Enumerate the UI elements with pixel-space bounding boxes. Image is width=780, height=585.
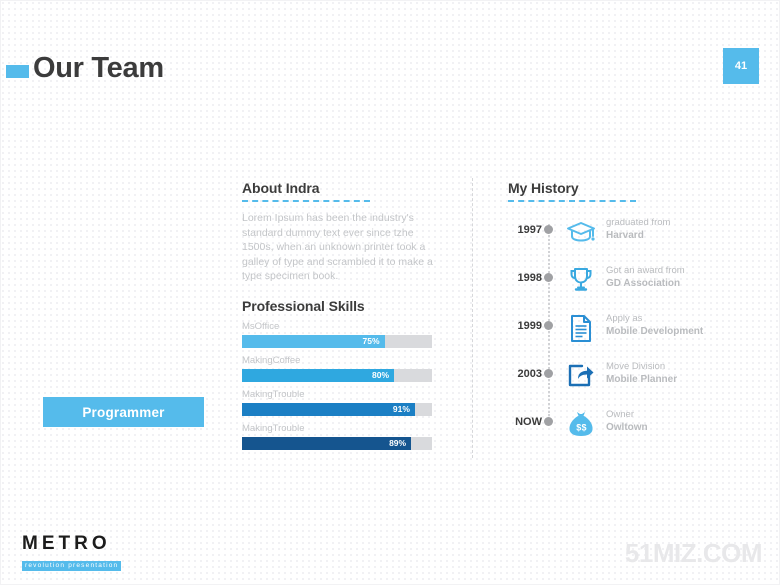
timeline-text-secondary: Mobile Planner (606, 374, 678, 385)
history-heading: My History (508, 180, 579, 196)
brand-logo-tagline: revolution presentation (22, 560, 122, 571)
brand-logo-word: METRO (22, 533, 111, 554)
timeline-text-secondary: GD Association (606, 278, 681, 289)
timeline-year: 1997 (517, 224, 542, 236)
brand-logo: METRO revolution presentation (22, 533, 122, 572)
skill-bar-track: 75% (242, 334, 432, 348)
timeline-text-primary: Got an award from (606, 265, 685, 276)
document-icon (564, 312, 598, 344)
timeline-entry: 2003 Move Division Mobile Planner (508, 360, 738, 408)
timeline-text-primary: Move Division (606, 361, 666, 372)
svg-text:$: $ (576, 423, 581, 433)
timeline-text-secondary: Harvard (606, 230, 644, 241)
timeline-dot (544, 273, 553, 282)
timeline-dot (544, 369, 553, 378)
skills-heading: Professional Skills (242, 297, 365, 314)
timeline-text-primary: Apply as (606, 313, 643, 324)
timeline-year: NOW (515, 416, 542, 428)
skill-row: MakingTrouble 89% (242, 423, 442, 450)
skill-bar-fill: 89% (242, 436, 412, 450)
timeline-text: Apply as Mobile Development (606, 312, 741, 338)
timeline-entry: 1999 Apply as Mobile Development (508, 312, 738, 360)
skill-label: MakingTrouble (242, 388, 305, 400)
graduation-cap-icon (564, 216, 598, 248)
role-button[interactable]: Programmer (43, 397, 204, 427)
timeline-dot (544, 321, 553, 330)
skill-row: MakingCoffee 80% (242, 355, 442, 382)
about-heading-rule (242, 200, 370, 202)
skill-label: MsOffice (242, 320, 280, 332)
timeline-text: graduated from Harvard (606, 216, 741, 242)
timeline-entry: 1998 Got an award from GD Association (508, 264, 738, 312)
share-export-icon (564, 360, 598, 392)
skill-bar-track: 89% (242, 436, 432, 450)
skill-bar-fill: 80% (242, 368, 394, 382)
page-title: Our Team (33, 52, 164, 84)
skill-percent-label: 89% (389, 438, 407, 448)
skill-percent-label: 75% (362, 336, 380, 346)
timeline-year: 1999 (517, 320, 542, 332)
skill-percent-label: 91% (392, 404, 410, 414)
about-body-text: Lorem Ipsum has been the industry's stan… (242, 212, 433, 282)
skills-list: MsOffice 75% MakingCoffee 80% MakingTrouble 9… (242, 321, 442, 450)
timeline-text-secondary: Owltown (606, 422, 648, 433)
title-accent-bar (6, 65, 29, 78)
skill-label: MakingCoffee (242, 354, 301, 366)
timeline-year: 1998 (517, 272, 542, 284)
timeline-dot (544, 417, 553, 426)
timeline-entry: NOW $ $ Owner Owltown (508, 408, 738, 456)
history-heading-rule (508, 200, 636, 202)
timeline-text-primary: Owner (606, 409, 634, 420)
slide-canvas: Our Team 41 Programmer About Indra Lorem… (0, 0, 780, 585)
skill-bar-track: 91% (242, 402, 432, 416)
timeline-text-secondary: Mobile Development (606, 326, 704, 337)
timeline-entry: 1997 graduated from Harvard (508, 216, 738, 264)
timeline-text: Owner Owltown (606, 408, 741, 434)
skill-bar-fill: 91% (242, 402, 415, 416)
timeline-year: 2003 (517, 368, 542, 380)
trophy-icon (564, 264, 598, 296)
skill-bar-fill: 75% (242, 334, 385, 348)
page-number-badge: 41 (723, 48, 759, 84)
timeline-text-primary: graduated from (606, 217, 671, 228)
timeline: 1997 graduated from Harvard 1998 Got an awar… (508, 216, 738, 456)
skill-row: MsOffice 75% (242, 321, 442, 348)
svg-text:$: $ (582, 423, 587, 433)
timeline-text: Move Division Mobile Planner (606, 360, 741, 386)
history-panel: My History 1997 graduated from Harvard 1998… (508, 180, 738, 456)
skill-bar-track: 80% (242, 368, 432, 382)
timeline-text: Got an award from GD Association (606, 264, 741, 290)
watermark: 51MIZ.COM (624, 538, 763, 568)
skill-row: MakingTrouble 91% (242, 389, 442, 416)
money-bag-icon: $ $ (564, 408, 598, 440)
skill-percent-label: 80% (371, 370, 389, 380)
about-panel: About Indra Lorem Ipsum has been the ind… (242, 180, 442, 450)
about-heading: About Indra (242, 180, 320, 196)
skill-label: MakingTrouble (242, 422, 305, 434)
column-divider (472, 178, 473, 458)
timeline-dot (544, 225, 553, 234)
